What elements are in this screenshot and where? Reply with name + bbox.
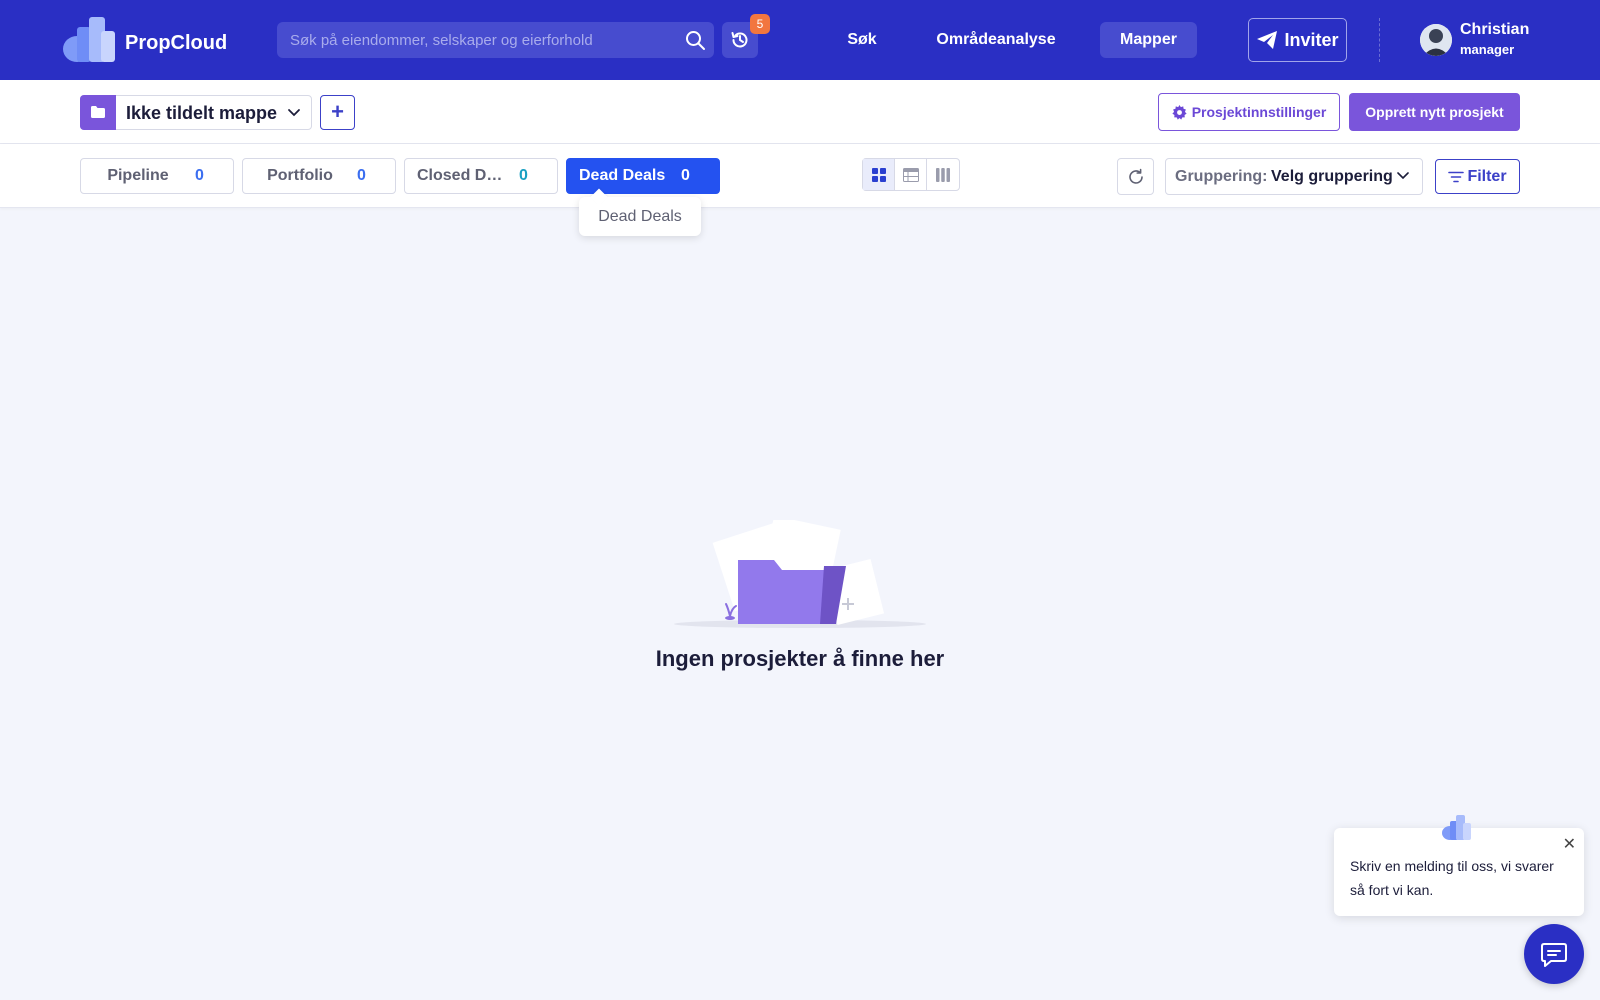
chevron-down-icon	[1397, 172, 1409, 180]
folder-icon-box	[80, 95, 116, 130]
chat-message-text: Skriv en melding til oss, vi svarer så f…	[1350, 858, 1554, 898]
tab-count: 0	[681, 167, 690, 184]
chat-icon	[1541, 943, 1567, 967]
propcloud-logo-icon	[1442, 815, 1471, 840]
refresh-button[interactable]	[1117, 158, 1154, 195]
table-view-icon	[902, 167, 919, 182]
tab-count: 0	[357, 167, 366, 184]
gear-icon	[1172, 104, 1187, 120]
app-name: PropCloud	[125, 31, 228, 54]
user-name[interactable]: Christian	[1460, 21, 1529, 39]
top-navigation-bar: PropCloud 5 Søk Områdeanalyse Mapper Inv…	[0, 0, 1600, 80]
project-settings-label: Prosjektinnstillinger	[1191, 104, 1327, 120]
empty-folder-illustration	[674, 520, 926, 628]
chat-button[interactable]	[1524, 924, 1584, 984]
folder-select-label: Ikke tildelt mappe	[126, 103, 278, 123]
history-button[interactable]: 5	[722, 14, 770, 58]
close-icon[interactable]: ✕	[1563, 834, 1576, 854]
refresh-icon	[1128, 168, 1143, 184]
filter-button[interactable]: Filter	[1435, 159, 1520, 194]
tab-tooltip: Dead Deals	[579, 197, 701, 236]
filter-icon	[1448, 171, 1465, 182]
user-avatar-icon	[1420, 24, 1452, 56]
empty-state-text: Ingen prosjekter å finne her	[655, 646, 945, 671]
table-view-button[interactable]	[895, 159, 927, 190]
send-icon	[1257, 31, 1278, 49]
search-input[interactable]	[277, 22, 667, 58]
tab-label: Pipeline	[107, 167, 169, 184]
tabs-toolbar: Pipeline 0 Portfolio 0 Closed Deals 0 De…	[0, 144, 1600, 208]
tab-label: Closed Deals	[417, 167, 507, 184]
filter-label: Filter	[1467, 167, 1507, 185]
grid-view-icon	[871, 167, 886, 182]
history-icon	[731, 32, 748, 48]
tab-count: 0	[195, 167, 204, 184]
nav-omradeanalyse[interactable]: Områdeanalyse	[930, 22, 1062, 58]
grouping-select[interactable]: Gruppering: Velg gruppering	[1165, 158, 1423, 195]
tab-label: Portfolio	[267, 167, 333, 184]
view-toggle	[862, 158, 960, 191]
search-icon[interactable]	[684, 29, 706, 51]
grouping-label: Gruppering:	[1175, 168, 1268, 185]
invite-button[interactable]: Inviter	[1248, 18, 1347, 62]
board-view-button[interactable]	[927, 159, 959, 190]
chevron-down-icon	[288, 109, 300, 117]
folder-icon	[91, 106, 105, 118]
board-view-icon	[936, 167, 950, 182]
nav-sok[interactable]: Søk	[838, 22, 886, 58]
propcloud-logo-icon	[63, 17, 115, 62]
folder-select[interactable]: Ikke tildelt mappe	[80, 95, 312, 130]
user-role: manager	[1460, 42, 1515, 57]
nav-mapper[interactable]: Mapper	[1100, 22, 1197, 58]
header-divider	[1379, 18, 1380, 62]
search-box	[277, 22, 714, 58]
avatar[interactable]	[1420, 24, 1452, 56]
project-settings-button[interactable]: Prosjektinnstillinger	[1158, 93, 1340, 131]
history-badge: 5	[750, 14, 770, 34]
tab-label: Dead Deals	[579, 167, 666, 184]
tab-portfolio[interactable]: Portfolio 0	[242, 158, 396, 194]
folder-toolbar: Ikke tildelt mappe + Prosjektinnstilling…	[0, 80, 1600, 144]
chat-message-bubble[interactable]: ✕ Skriv en melding til oss, vi svarer så…	[1334, 828, 1584, 916]
grid-view-button[interactable]	[863, 159, 895, 190]
add-folder-button[interactable]: +	[320, 95, 355, 130]
grouping-value: Velg gruppering	[1271, 168, 1393, 185]
tab-pipeline[interactable]: Pipeline 0	[80, 158, 234, 194]
invite-label: Inviter	[1284, 29, 1339, 50]
create-project-button[interactable]: Opprett nytt prosjekt	[1349, 93, 1520, 131]
logo[interactable]: PropCloud	[63, 17, 227, 63]
tab-count: 0	[519, 167, 528, 184]
tab-closed-deals[interactable]: Closed Deals 0	[404, 158, 558, 194]
tab-dead-deals[interactable]: Dead Deals 0	[566, 158, 720, 194]
